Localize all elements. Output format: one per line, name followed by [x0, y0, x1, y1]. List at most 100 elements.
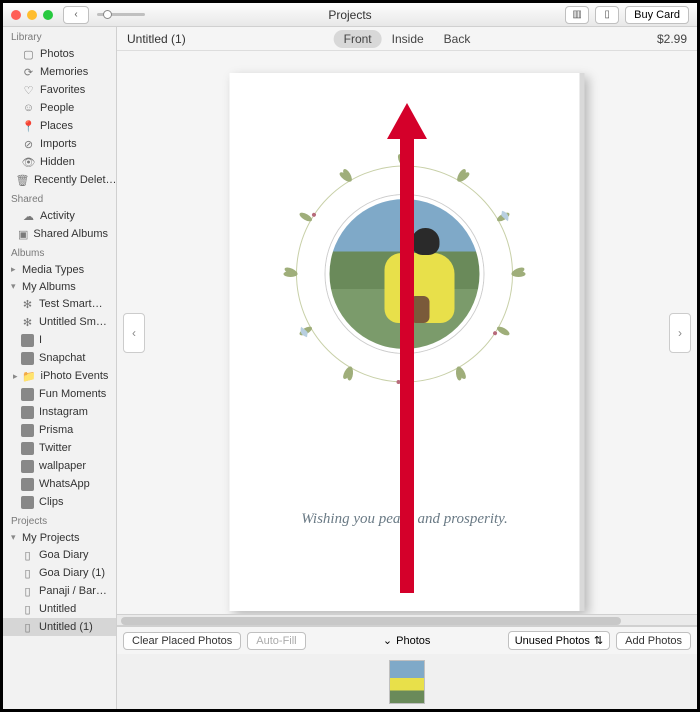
project-item-selected[interactable]: ▯Untitled (1)	[3, 618, 116, 636]
album-thumbnail-icon	[21, 442, 34, 455]
album-item[interactable]: Twitter	[3, 439, 116, 457]
album-thumbnail-icon	[21, 496, 34, 509]
trash-icon: 🗑	[16, 174, 29, 187]
album-thumbnail-icon	[21, 460, 34, 473]
album-thumbnail-icon	[21, 334, 34, 347]
card-photo-slot[interactable]	[326, 195, 484, 353]
photos-icon: ▢	[22, 48, 35, 61]
sidebar-item-activity[interactable]: ☁Activity	[3, 207, 116, 225]
sidebar-item-people[interactable]: ☺People	[3, 99, 116, 117]
album-item[interactable]: ▸📁iPhoto Events	[3, 367, 116, 385]
window-titlebar: ‹ Projects ▥ ▯ Buy Card	[3, 3, 697, 27]
layout-toggle-button[interactable]: ▥	[565, 6, 589, 24]
prev-page-button[interactable]: ‹	[123, 313, 145, 353]
eye-icon: 👁	[22, 156, 35, 169]
tab-front[interactable]: Front	[334, 30, 382, 48]
album-item[interactable]: Snapchat	[3, 349, 116, 367]
memories-icon: ⟳	[22, 66, 35, 79]
tray-photo-thumbnail[interactable]	[389, 660, 425, 704]
album-item[interactable]: Fun Moments	[3, 385, 116, 403]
smart-album-icon: ✻	[21, 298, 34, 311]
select-arrows-icon: ⇅	[594, 634, 603, 647]
project-item[interactable]: ▯Panaji / Bar…	[3, 582, 116, 600]
placed-photo	[330, 199, 480, 349]
zoom-window-button[interactable]	[43, 10, 53, 20]
unused-photos-select[interactable]: Unused Photos ⇅	[508, 631, 610, 650]
chevron-down-icon: ▾	[11, 532, 17, 543]
sidebar-item-memories[interactable]: ⟳Memories	[3, 63, 116, 81]
tab-back[interactable]: Back	[434, 30, 481, 48]
sidebar-section-shared: Shared	[3, 189, 116, 207]
chevron-right-icon: ▸	[13, 371, 18, 382]
tab-inside[interactable]: Inside	[382, 30, 434, 48]
card-face-segmented-control: Front Inside Back	[334, 30, 481, 48]
project-item[interactable]: ▯Goa Diary (1)	[3, 564, 116, 582]
book-icon: ▯	[21, 549, 34, 562]
info-panel-button[interactable]: ▯	[595, 6, 619, 24]
add-photos-button[interactable]: Add Photos	[616, 632, 691, 650]
bottom-toolbar: Clear Placed Photos Auto-Fill ⌄ Photos U…	[117, 626, 697, 654]
sidebar-item-my-projects[interactable]: ▾My Projects	[3, 529, 116, 546]
close-window-button[interactable]	[11, 10, 21, 20]
album-item[interactable]: ✻Untitled Sm…	[3, 313, 116, 331]
album-item[interactable]: Prisma	[3, 421, 116, 439]
window-title: Projects	[328, 8, 371, 22]
card-message-text[interactable]: Wishing you peace and prosperity.	[230, 511, 580, 528]
card-icon: ▯	[21, 621, 34, 634]
album-item[interactable]: Clips	[3, 493, 116, 511]
cloud-icon: ☁	[22, 210, 35, 223]
sidebar-section-projects: Projects	[3, 511, 116, 529]
album-thumbnail-icon	[21, 406, 34, 419]
sidebar-item-photos[interactable]: ▢Photos	[3, 45, 116, 63]
sidebar-item-my-albums[interactable]: ▾My Albums	[3, 278, 116, 295]
project-item[interactable]: ▯Untitled	[3, 600, 116, 618]
next-page-button[interactable]: ›	[669, 313, 691, 353]
sidebar-item-imports[interactable]: ⊘Imports	[3, 135, 116, 153]
price-label: $2.99	[657, 32, 687, 46]
project-item[interactable]: ▯Goa Diary	[3, 546, 116, 564]
book-icon: ▯	[21, 585, 34, 598]
canvas: ‹ ›	[117, 51, 697, 614]
sidebar-item-places[interactable]: 📍Places	[3, 117, 116, 135]
back-button[interactable]: ‹	[63, 6, 89, 24]
shared-albums-icon: ▣	[18, 228, 28, 241]
clear-placed-photos-button[interactable]: Clear Placed Photos	[123, 632, 241, 650]
chevron-right-icon: ›	[678, 326, 682, 340]
sidebar-section-library: Library	[3, 27, 116, 45]
window-controls	[11, 10, 53, 20]
chevron-down-icon: ⌄	[383, 634, 392, 647]
sidebar-item-favorites[interactable]: ♡Favorites	[3, 81, 116, 99]
album-thumbnail-icon	[21, 478, 34, 491]
auto-fill-button[interactable]: Auto-Fill	[247, 632, 305, 650]
album-item[interactable]: I	[3, 331, 116, 349]
clock-icon: ⊘	[22, 138, 35, 151]
folder-icon: 📁	[23, 370, 36, 383]
sidebar-item-hidden[interactable]: 👁Hidden	[3, 153, 116, 171]
sidebar-item-recently-deleted[interactable]: 🗑Recently Delet…	[3, 171, 116, 189]
album-item[interactable]: wallpaper	[3, 457, 116, 475]
smart-album-icon: ✻	[21, 316, 34, 329]
album-item[interactable]: ✻Test Smart…	[3, 295, 116, 313]
album-item[interactable]: Instagram	[3, 403, 116, 421]
album-item[interactable]: WhatsApp	[3, 475, 116, 493]
zoom-slider[interactable]	[97, 13, 145, 16]
photo-tray	[117, 654, 697, 709]
chevron-down-icon: ▾	[11, 281, 17, 292]
album-thumbnail-icon	[21, 388, 34, 401]
buy-card-button[interactable]: Buy Card	[625, 6, 689, 24]
sidebar-section-albums: Albums	[3, 243, 116, 261]
chevron-left-icon: ‹	[132, 326, 136, 340]
card-front-preview[interactable]: Wishing you peace and prosperity. Option…	[230, 73, 585, 611]
sidebar-item-shared-albums[interactable]: ▣Shared Albums	[3, 225, 116, 243]
chevron-left-icon: ‹	[74, 9, 77, 20]
album-thumbnail-icon	[21, 352, 34, 365]
sidebar-item-media-types[interactable]: ▸Media Types	[3, 261, 116, 278]
content-area: Untitled (1) Front Inside Back $2.99 ‹ ›	[117, 27, 697, 709]
pin-icon: 📍	[22, 120, 35, 133]
minimize-window-button[interactable]	[27, 10, 37, 20]
horizontal-scrollbar[interactable]	[117, 614, 697, 626]
book-icon: ▯	[21, 567, 34, 580]
sidebar: Library ▢Photos ⟳Memories ♡Favorites ☺Pe…	[3, 27, 117, 709]
photos-tray-toggle[interactable]: ⌄ Photos	[383, 634, 430, 647]
people-icon: ☺	[22, 102, 35, 115]
